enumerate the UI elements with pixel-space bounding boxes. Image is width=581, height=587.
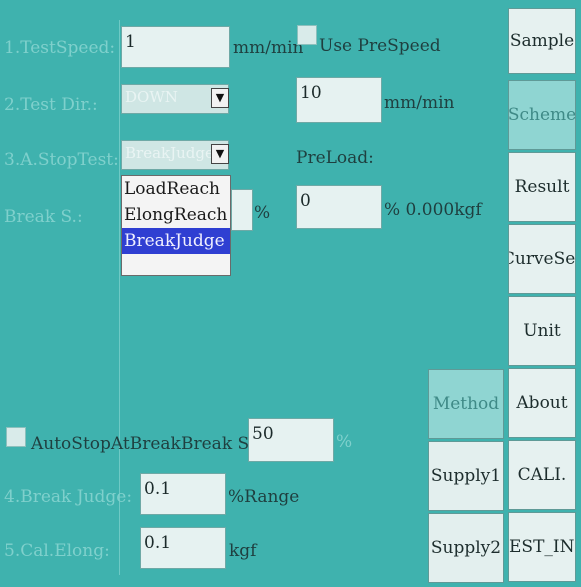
supply1-button[interactable]: Supply1 — [428, 441, 504, 511]
cal-elong-input[interactable]: 0.1 — [140, 527, 226, 569]
stop-test-dropdown-icon[interactable]: ▼ — [211, 144, 229, 164]
break-s-unit: % — [254, 203, 271, 223]
about-button[interactable]: About — [508, 368, 576, 438]
sample-button[interactable]: Sample — [508, 8, 576, 74]
break-judge-label: 4.Break Judge: — [4, 487, 133, 507]
break-judge-input[interactable]: 0.1 — [140, 473, 226, 515]
dropdown-option-elongreach[interactable]: ElongReach — [122, 202, 230, 228]
preload-input[interactable]: 0 — [296, 185, 382, 229]
result-button[interactable]: Result — [508, 152, 576, 222]
auto-stop-break-label: Break S. — [181, 434, 254, 454]
prespeed-input[interactable]: 10 — [296, 77, 382, 123]
unit-button[interactable]: Unit — [508, 296, 576, 366]
use-prespeed-checkbox[interactable] — [297, 25, 317, 45]
test-dir-label: 2.Test Dir.: — [4, 95, 98, 115]
preload-unit: % 0.000kgf — [384, 200, 482, 220]
prespeed-unit: mm/min — [384, 93, 455, 113]
stop-test-dropdown-list: LoadReach ElongReach BreakJudge — [121, 175, 231, 276]
scheme-button[interactable]: Scheme — [508, 80, 576, 150]
test-dir-dropdown-icon[interactable]: ▼ — [211, 88, 229, 108]
break-s-input[interactable] — [231, 189, 253, 231]
auto-stop-break-input[interactable]: 50 — [248, 418, 334, 462]
test-speed-unit: mm/min — [233, 38, 304, 58]
cali-button[interactable]: CALI. — [508, 440, 576, 510]
screen: 1.TestSpeed: 1 mm/min Use PreSpeed 2.Tes… — [0, 0, 581, 587]
break-s-label: Break S.: — [4, 207, 83, 227]
use-prespeed-label: Use PreSpeed — [319, 36, 441, 56]
cal-elong-label: 5.Cal.Elong: — [4, 541, 110, 561]
auto-stop-label: AutoStopAtBreak — [31, 434, 181, 454]
preload-label: PreLoad: — [296, 148, 374, 168]
cal-elong-unit: kgf — [229, 541, 257, 561]
curveset-button[interactable]: CurveSet — [508, 224, 576, 294]
break-judge-unit: %Range — [228, 487, 300, 507]
dropdown-option-breakjudge[interactable]: BreakJudge — [122, 228, 230, 254]
auto-stop-checkbox[interactable] — [6, 427, 26, 447]
supply2-button[interactable]: Supply2 — [428, 513, 504, 583]
test-speed-input[interactable]: 1 — [121, 26, 230, 68]
auto-stop-break-unit: % — [336, 432, 353, 452]
test-inf-button[interactable]: TEST_INF — [508, 512, 576, 582]
stop-test-label: 3.A.StopTest: — [4, 150, 119, 170]
method-button[interactable]: Method — [428, 369, 504, 439]
test-speed-label: 1.TestSpeed: — [4, 38, 116, 58]
dropdown-option-loadreach[interactable]: LoadReach — [122, 176, 230, 202]
